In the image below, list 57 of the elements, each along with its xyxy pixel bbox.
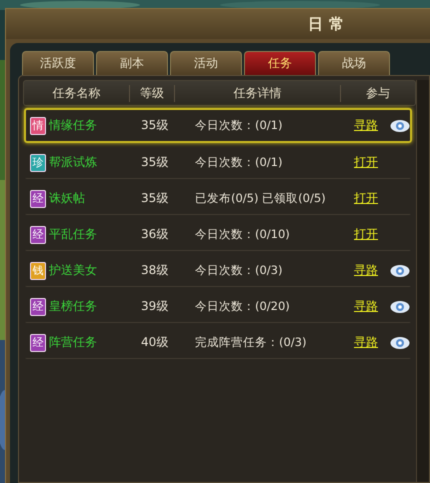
- tab[interactable]: 战场: [318, 51, 390, 75]
- table-cell-text: 35级: [140, 117, 170, 134]
- badge-icon: 经: [30, 298, 46, 316]
- task-name: 护送美女: [49, 262, 97, 279]
- table-row[interactable]: 经 皇榜任务 39级 今日次数：(0/20) 寻路: [24, 289, 412, 323]
- task-name: 皇榜任务: [49, 298, 97, 315]
- column-header: 任务详情: [175, 84, 341, 102]
- badge-icon: 经: [30, 334, 46, 352]
- task-name: 诛妖帖: [49, 190, 85, 207]
- column-header: 等级: [130, 84, 175, 102]
- action-link[interactable]: 寻路: [354, 334, 378, 351]
- column-header: 参与: [365, 84, 391, 102]
- tab[interactable]: 任务: [244, 51, 316, 75]
- table-row[interactable]: 经 平乱任务 36级 今日次数：(0/10) 打开: [24, 217, 412, 251]
- table-cell-text: 39级: [140, 298, 170, 315]
- table-cell-text: 35级: [140, 154, 170, 171]
- tab[interactable]: 活跃度: [22, 51, 94, 75]
- tab[interactable]: 副本: [96, 51, 168, 75]
- table-cell-text: 40级: [140, 334, 170, 351]
- table-cell-text: 今日次数：(0/10): [194, 227, 291, 242]
- task-name: 平乱任务: [49, 226, 97, 243]
- badge-icon: 珍: [30, 154, 46, 172]
- table-cell-text: 今日次数：(0/1): [194, 118, 284, 133]
- badge-icon: 情: [30, 116, 46, 134]
- badge-icon: 经: [30, 190, 46, 208]
- task-name: 阵营任务: [49, 334, 97, 351]
- table-cell-text: 已发布(0/5) 已领取(0/5): [194, 191, 327, 206]
- action-link[interactable]: 寻路: [354, 298, 378, 315]
- badge-icon: 钱: [30, 262, 46, 280]
- table-cell-text: 36级: [140, 226, 170, 243]
- action-link[interactable]: 寻路: [354, 262, 378, 279]
- table-row[interactable]: 经 阵营任务 40级 完成阵营任务：(0/3) 寻路: [24, 325, 412, 359]
- table-cell-text: 今日次数：(0/3): [194, 263, 284, 278]
- tab[interactable]: 活动: [170, 51, 242, 75]
- task-name: 情缘任务: [49, 117, 97, 134]
- cloud-eye-icon[interactable]: [390, 118, 410, 132]
- cloud-eye-icon[interactable]: [390, 264, 410, 278]
- table-cell-text: 今日次数：(0/1): [194, 155, 284, 170]
- table-row[interactable]: 情 情缘任务 35级 今日次数：(0/1) 寻路: [24, 108, 412, 143]
- action-link[interactable]: 打开: [354, 226, 378, 243]
- table-cell-text: 完成阵营任务：(0/3): [194, 335, 308, 350]
- cloud-eye-icon[interactable]: [390, 300, 410, 314]
- action-link[interactable]: 寻路: [354, 117, 378, 134]
- table-cell-text: 今日次数：(0/20): [194, 299, 291, 314]
- task-name: 帮派试炼: [49, 154, 97, 171]
- column-header: 任务名称: [24, 84, 130, 102]
- table-row[interactable]: 钱 护送美女 38级 今日次数：(0/3) 寻路: [24, 253, 412, 287]
- table-cell-text: 35级: [140, 190, 170, 207]
- table-row[interactable]: 经 诛妖帖 35级 已发布(0/5) 已领取(0/5) 打开: [24, 181, 412, 215]
- action-link[interactable]: 打开: [354, 190, 378, 207]
- window-title: 日常: [308, 14, 350, 34]
- scrollbar[interactable]: [416, 80, 429, 482]
- table-row[interactable]: 珍 帮派试炼 35级 今日次数：(0/1) 打开: [24, 145, 412, 179]
- action-link[interactable]: 打开: [354, 154, 378, 171]
- cloud-eye-icon[interactable]: [390, 336, 410, 350]
- badge-icon: 经: [30, 226, 46, 244]
- table-cell-text: 38级: [140, 262, 170, 279]
